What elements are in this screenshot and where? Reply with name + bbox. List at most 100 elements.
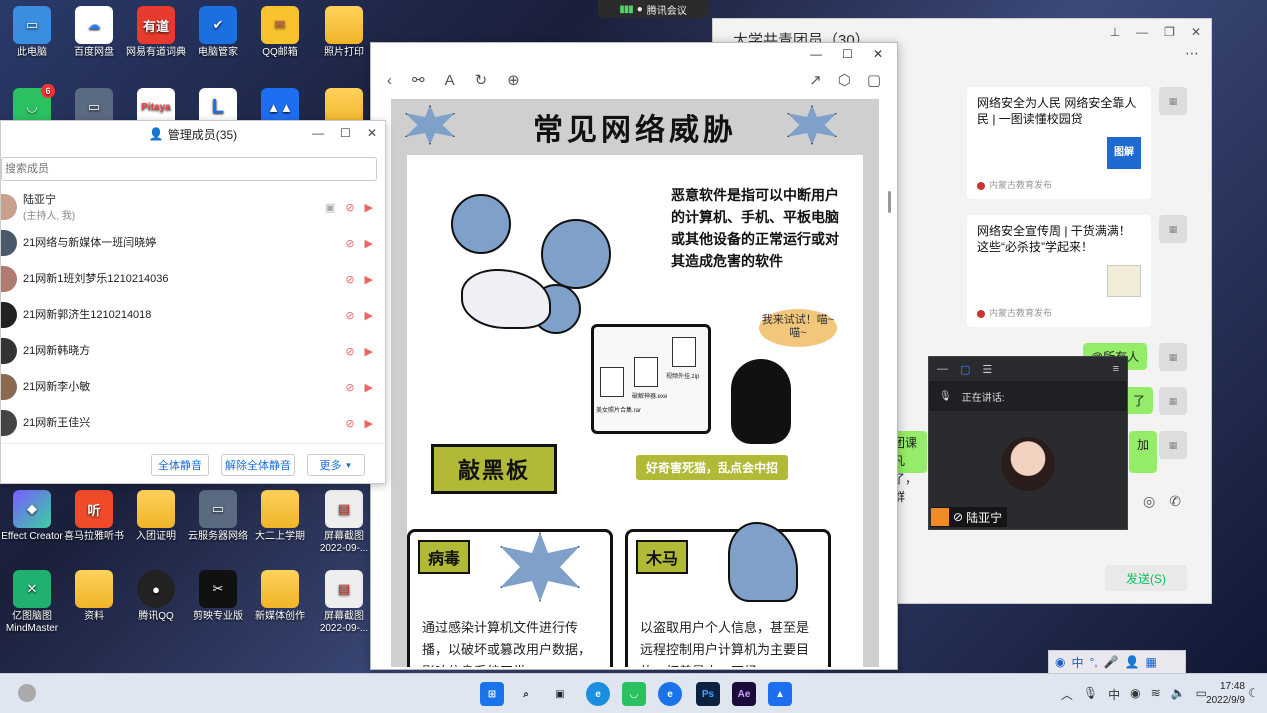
mic-muted-icon[interactable]: ⊘ <box>345 417 354 430</box>
mic-muted-icon[interactable]: ⊘ <box>345 345 354 358</box>
minimize-button[interactable]: — <box>810 47 822 61</box>
mic-muted-icon[interactable]: ⊘ <box>345 237 354 250</box>
meeting-status-bar[interactable]: ▮▮▮ ● 腾讯会议 <box>598 0 708 18</box>
member-row[interactable]: 21网新韩晓方 ⊘ ▶ <box>1 333 387 369</box>
ime-mode-label[interactable]: 中 <box>1071 654 1083 671</box>
ime-icon[interactable]: 中 <box>1108 686 1120 703</box>
menu-icon[interactable]: ≡ <box>1113 363 1119 375</box>
font-size-icon[interactable]: A <box>445 72 455 89</box>
microphone-icon[interactable]: 🎙 <box>1083 686 1098 703</box>
mic-muted-icon[interactable]: ⊘ <box>345 309 354 322</box>
list-view-icon[interactable]: ☰ <box>982 363 992 376</box>
minimize-button[interactable]: — <box>1136 25 1148 39</box>
share-icon[interactable]: ↗ <box>809 71 822 89</box>
unmute-all-button[interactable]: 解除全体静音 <box>221 454 295 476</box>
ime-logo-icon[interactable]: ◉ <box>1130 686 1140 703</box>
camera-off-icon[interactable]: ▶ <box>365 417 373 430</box>
desktop-icon-screenshot-2[interactable]: ▤ 屏幕截图 2022-09-... <box>312 570 376 635</box>
punctuation-icon[interactable]: °, <box>1090 655 1098 669</box>
close-button[interactable]: ✕ <box>367 126 377 140</box>
camera-off-icon[interactable]: ▶ <box>365 201 373 214</box>
start-button[interactable]: ⊞ <box>480 682 504 706</box>
desktop-icon-qq-mail[interactable]: ✉ QQ邮箱 <box>248 6 312 59</box>
desktop-icon-materials[interactable]: 资料 <box>62 570 126 623</box>
chat-message-card[interactable]: 网络安全为人民 网络安全靠人民 | 一图读懂校园贷 图解 内蒙古教育发布 <box>967 87 1151 199</box>
camera-off-icon[interactable]: ▶ <box>365 381 373 394</box>
chat-bubble-self[interactable]: 加 <box>1129 431 1158 473</box>
grid-icon[interactable]: ▦ <box>1146 655 1157 669</box>
user-icon[interactable]: 👤 <box>1125 655 1140 669</box>
desktop-icon-ximalaya[interactable]: 听喜马拉雅听书 <box>62 490 126 543</box>
widgets-icon[interactable] <box>18 684 36 702</box>
mic-muted-icon[interactable]: ⊘ <box>345 381 354 394</box>
edge-icon[interactable]: e <box>586 682 610 706</box>
more-icon[interactable]: ⋯ <box>1185 45 1199 62</box>
camera-off-icon[interactable]: ▶ <box>365 309 373 322</box>
minimize-button[interactable]: — <box>312 126 324 140</box>
group-avatar[interactable]: ▦ <box>1159 87 1187 115</box>
desktop-icon-cloud-server[interactable]: ▭ 云服务器网络 <box>186 490 250 543</box>
mute-all-button[interactable]: 全体静音 <box>151 454 209 476</box>
desktop-icon-league-cert[interactable]: 入团证明 <box>124 490 188 543</box>
back-icon[interactable]: ‹ <box>387 72 392 89</box>
member-row[interactable]: 21网新1班刘梦乐1210214036 ⊘ ▶ <box>1 261 387 297</box>
desktop-icon-photo-print[interactable]: 照片打印 <box>312 6 376 59</box>
member-search-input[interactable] <box>1 157 377 181</box>
screen-share-icon[interactable]: ▣ <box>325 201 335 214</box>
call-icon[interactable]: ✆ <box>1169 493 1181 510</box>
mic-muted-icon[interactable]: ⊘ <box>345 201 354 214</box>
task-view-icon[interactable]: ▣ <box>548 682 572 706</box>
close-button[interactable]: ✕ <box>1191 25 1201 39</box>
maximize-button[interactable]: ☐ <box>842 47 853 61</box>
self-avatar[interactable]: ▦ <box>1159 431 1187 459</box>
close-button[interactable]: ✕ <box>873 47 883 61</box>
desktop-icon-pc-manager[interactable]: ✔ 电脑管家 <box>186 6 250 59</box>
desktop-icon-effect-creator[interactable]: ◆ Effect Creator <box>0 490 64 543</box>
notification-icon[interactable]: ☾ <box>1248 686 1259 700</box>
desktop-icon-sophomore[interactable]: 大二上学期 <box>248 490 312 543</box>
member-row[interactable]: 21网络与新媒体一班闫晓婷 ⊘ ▶ <box>1 225 387 261</box>
self-avatar[interactable]: ▦ <box>1159 387 1187 415</box>
tencent-meeting-icon[interactable]: ▲ <box>768 682 792 706</box>
gallery-view-icon[interactable]: ▢ <box>960 363 970 376</box>
link-icon[interactable]: ⚯ <box>412 71 425 89</box>
record-icon[interactable]: ◎ <box>1143 493 1155 510</box>
desktop-icon-mindmaster[interactable]: ✕ 亿图脑图 MindMaster <box>0 570 64 635</box>
cube-icon[interactable]: ⬡ <box>838 71 851 89</box>
member-row[interactable]: 陆亚宁 (主持人, 我) ▣ ⊘ ▶ <box>1 189 387 225</box>
maximize-button[interactable]: ❐ <box>1164 25 1175 39</box>
minimize-icon[interactable]: — <box>937 363 948 375</box>
scrollbar-thumb[interactable] <box>888 191 891 213</box>
refresh-icon[interactable]: ↻ <box>475 71 488 89</box>
globe-icon[interactable]: ⊕ <box>507 71 520 89</box>
desktop-icon-baidu-netdisk[interactable]: ☁ 百度网盘 <box>62 6 126 59</box>
group-avatar[interactable]: ▦ <box>1159 215 1187 243</box>
send-button[interactable]: 发送(S) <box>1105 565 1187 591</box>
more-button[interactable]: 更多 ▼ <box>307 454 365 476</box>
maximize-button[interactable]: ☐ <box>340 126 351 140</box>
volume-icon[interactable]: 🔈 <box>1171 686 1186 703</box>
pin-icon[interactable]: ⊥ <box>1110 25 1120 39</box>
ie-icon[interactable]: e <box>658 682 682 706</box>
self-avatar[interactable]: ▦ <box>1159 343 1187 371</box>
camera-off-icon[interactable]: ▶ <box>365 237 373 250</box>
mini-program-icon[interactable]: ▢ <box>867 71 881 89</box>
wifi-icon[interactable]: ≋ <box>1151 686 1161 703</box>
after-effects-icon[interactable]: Ae <box>732 682 756 706</box>
desktop-icon-youdao[interactable]: 有道 网易有道词典 <box>124 6 188 59</box>
desktop-icon-capcut[interactable]: ✂ 剪映专业版 <box>186 570 250 623</box>
camera-off-icon[interactable]: ▶ <box>365 273 373 286</box>
system-clock[interactable]: 17:48 2022/9/9 <box>1206 680 1245 708</box>
member-row[interactable]: 21网新王佳兴 ⊘ ▶ <box>1 405 387 441</box>
desktop-icon-qq[interactable]: ● 腾讯QQ <box>124 570 188 623</box>
mic-muted-icon[interactable]: ⊘ <box>345 273 354 286</box>
search-icon[interactable]: ⌕ <box>514 682 538 706</box>
voice-input-icon[interactable]: 🎤 <box>1104 655 1119 669</box>
member-row[interactable]: 21网新李小敏 ⊘ ▶ <box>1 369 387 405</box>
video-mini-window[interactable]: — ▢ ☰ ≡ 🎙 正在讲话: ⊘ 陆亚宁 <box>928 356 1128 530</box>
chat-bubble-self[interactable]: 了 <box>1125 387 1154 414</box>
chevron-up-icon[interactable]: ︿ <box>1061 686 1073 703</box>
desktop-icon-screenshot-1[interactable]: ▤ 屏幕截图 2022-09-... <box>312 490 376 555</box>
desktop-icon-new-media[interactable]: 新媒体创作 <box>248 570 312 623</box>
camera-off-icon[interactable]: ▶ <box>365 345 373 358</box>
